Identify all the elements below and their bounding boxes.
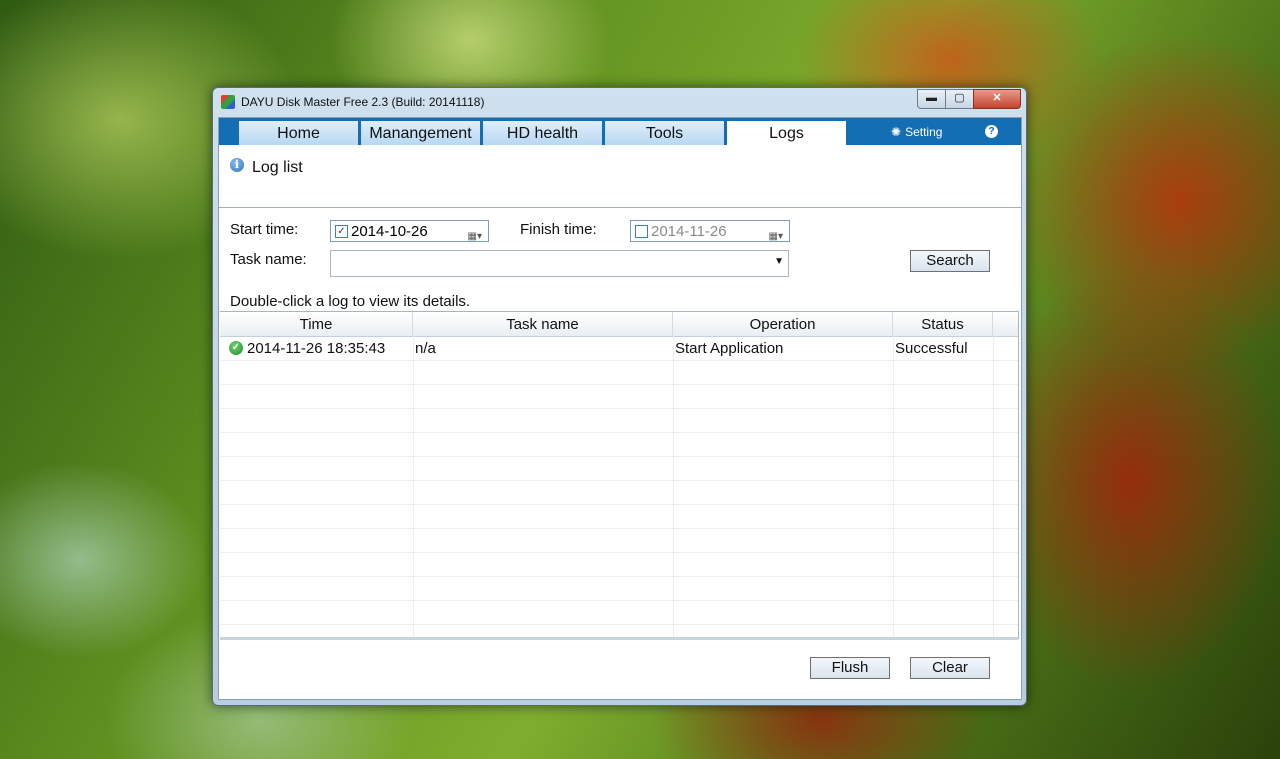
finish-time-picker[interactable]: 2014-11-26 ▦▾ bbox=[630, 220, 790, 242]
finish-time-checkbox[interactable] bbox=[635, 225, 648, 238]
cell-task-name: n/a bbox=[415, 340, 436, 357]
section-title: Log list bbox=[252, 159, 303, 176]
finish-time-value: 2014-11-26 bbox=[651, 223, 727, 240]
table-header: Time Task name Operation Status bbox=[220, 312, 1018, 337]
clear-button[interactable]: Clear bbox=[910, 657, 990, 679]
flush-button[interactable]: Flush bbox=[810, 657, 890, 679]
search-button[interactable]: Search bbox=[910, 250, 990, 272]
chevron-down-icon[interactable]: ▼ bbox=[774, 256, 784, 267]
calendar-dropdown-icon[interactable]: ▦▾ bbox=[769, 226, 783, 248]
log-table[interactable]: Time Task name Operation Status ✓ 2014-1… bbox=[220, 311, 1019, 639]
table-row[interactable]: ✓ 2014-11-26 18:35:43 n/a Start Applicat… bbox=[220, 336, 1018, 360]
grid-line bbox=[220, 456, 1018, 457]
title-bar[interactable]: DAYU Disk Master Free 2.3 (Build: 201411… bbox=[213, 88, 1026, 116]
start-time-label: Start time: bbox=[230, 221, 299, 238]
tab-bar: Home Manangement HD health Tools Logs ✺ … bbox=[219, 118, 1021, 145]
horizontal-scrollbar[interactable] bbox=[220, 637, 1018, 640]
window-title: DAYU Disk Master Free 2.3 (Build: 201411… bbox=[241, 95, 485, 109]
column-header-status[interactable]: Status bbox=[893, 312, 993, 336]
divider bbox=[219, 207, 1021, 208]
setting-label: Setting bbox=[905, 125, 943, 139]
start-time-checkbox[interactable]: ✓ bbox=[335, 225, 348, 238]
grid-line bbox=[220, 432, 1018, 433]
minimize-button[interactable]: ▬ bbox=[917, 89, 946, 109]
cell-operation: Start Application bbox=[675, 340, 784, 357]
tab-management[interactable]: Manangement bbox=[361, 121, 480, 145]
grid-line bbox=[220, 408, 1018, 409]
calendar-dropdown-icon[interactable]: ▦▾ bbox=[468, 226, 482, 248]
setting-button[interactable]: ✺ Setting bbox=[891, 125, 942, 139]
start-time-value: 2014-10-26 bbox=[351, 223, 428, 240]
success-check-icon: ✓ bbox=[229, 341, 243, 355]
grid-line bbox=[673, 336, 674, 638]
column-header-operation[interactable]: Operation bbox=[673, 312, 893, 336]
finish-time-label: Finish time: bbox=[520, 221, 597, 238]
client-area: Home Manangement HD health Tools Logs ✺ … bbox=[218, 117, 1022, 700]
grid-line bbox=[220, 504, 1018, 505]
grid-line bbox=[993, 336, 994, 638]
grid-line bbox=[220, 624, 1018, 625]
help-icon[interactable]: ? bbox=[985, 125, 998, 138]
grid-line bbox=[893, 336, 894, 638]
grid-line bbox=[220, 480, 1018, 481]
grid-line bbox=[220, 552, 1018, 553]
tab-tools[interactable]: Tools bbox=[605, 121, 724, 145]
grid-line bbox=[413, 336, 414, 638]
grid-line bbox=[220, 576, 1018, 577]
column-header-task-name[interactable]: Task name bbox=[413, 312, 673, 336]
cell-time: 2014-11-26 18:35:43 bbox=[247, 340, 386, 357]
hint-text: Double-click a log to view its details. bbox=[230, 293, 471, 310]
grid-line bbox=[220, 600, 1018, 601]
close-button[interactable]: ✕ bbox=[973, 89, 1021, 109]
info-icon: i bbox=[230, 158, 244, 172]
grid-line bbox=[220, 384, 1018, 385]
app-logo-icon bbox=[221, 95, 235, 109]
grid-line bbox=[220, 360, 1018, 361]
app-window: DAYU Disk Master Free 2.3 (Build: 201411… bbox=[212, 87, 1027, 706]
tab-home[interactable]: Home bbox=[239, 121, 358, 145]
task-name-label: Task name: bbox=[230, 251, 307, 268]
cell-status: Successful bbox=[895, 340, 968, 357]
task-name-combobox[interactable]: ▼ bbox=[330, 250, 789, 277]
maximize-button[interactable]: ▢ bbox=[945, 89, 974, 109]
column-header-time[interactable]: Time bbox=[220, 312, 413, 336]
gear-icon: ✺ bbox=[891, 125, 902, 139]
tab-hd-health[interactable]: HD health bbox=[483, 121, 602, 145]
start-time-picker[interactable]: ✓ 2014-10-26 ▦▾ bbox=[330, 220, 489, 242]
tab-logs[interactable]: Logs bbox=[727, 121, 846, 145]
grid-line bbox=[220, 528, 1018, 529]
